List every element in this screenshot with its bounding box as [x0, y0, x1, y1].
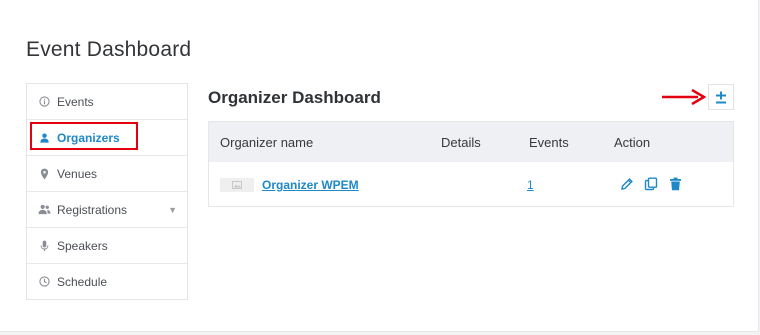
trash-icon[interactable]	[667, 176, 683, 192]
microphone-icon	[37, 239, 51, 253]
info-circle-icon	[37, 95, 51, 109]
page-title: Event Dashboard	[26, 38, 192, 61]
sidebar-item-label: Events	[57, 94, 94, 109]
sidebar-item-events[interactable]: Events	[27, 84, 187, 120]
events-count-link[interactable]: 1	[527, 178, 534, 192]
column-header-action: Action	[614, 135, 651, 150]
sidebar-item-speakers[interactable]: Speakers	[27, 228, 187, 264]
clock-icon	[37, 275, 51, 289]
column-header-details: Details	[441, 135, 481, 150]
edit-icon[interactable]	[619, 176, 635, 192]
organizer-table: Organizer name Details Events Action Org…	[208, 121, 734, 207]
dashboard-page: Event Dashboard Events Organizers Venues…	[0, 0, 759, 332]
row-actions	[619, 176, 683, 192]
organizer-name-link[interactable]: Organizer WPEM	[262, 178, 359, 192]
section-title: Organizer Dashboard	[208, 88, 381, 107]
column-header-organizer-name: Organizer name	[220, 135, 314, 150]
sidebar-item-label: Venues	[57, 166, 98, 181]
highlight-annotation-box	[30, 122, 138, 150]
sidebar-item-schedule[interactable]: Schedule	[27, 264, 187, 299]
map-pin-icon	[37, 167, 51, 181]
sidebar-item-label: Speakers	[57, 238, 108, 253]
duplicate-icon[interactable]	[643, 176, 659, 192]
add-organizer-button[interactable]	[708, 84, 734, 110]
table-row: Organizer WPEM 1	[209, 162, 733, 206]
plus-minus-icon	[716, 91, 726, 103]
chevron-down-icon[interactable]: ▼	[168, 205, 177, 215]
sidebar-item-registrations[interactable]: Registrations ▼	[27, 192, 187, 228]
sidebar-item-label: Registrations	[57, 202, 128, 217]
users-icon	[37, 203, 51, 217]
sidebar-nav: Events Organizers Venues Registrations ▼	[26, 83, 188, 300]
table-header: Organizer name Details Events Action	[209, 122, 733, 162]
column-header-events: Events	[529, 135, 569, 150]
arrow-annotation-icon	[662, 88, 706, 106]
sidebar-item-label: Schedule	[57, 274, 108, 289]
organizer-thumbnail	[220, 178, 254, 192]
sidebar-item-venues[interactable]: Venues	[27, 156, 187, 192]
